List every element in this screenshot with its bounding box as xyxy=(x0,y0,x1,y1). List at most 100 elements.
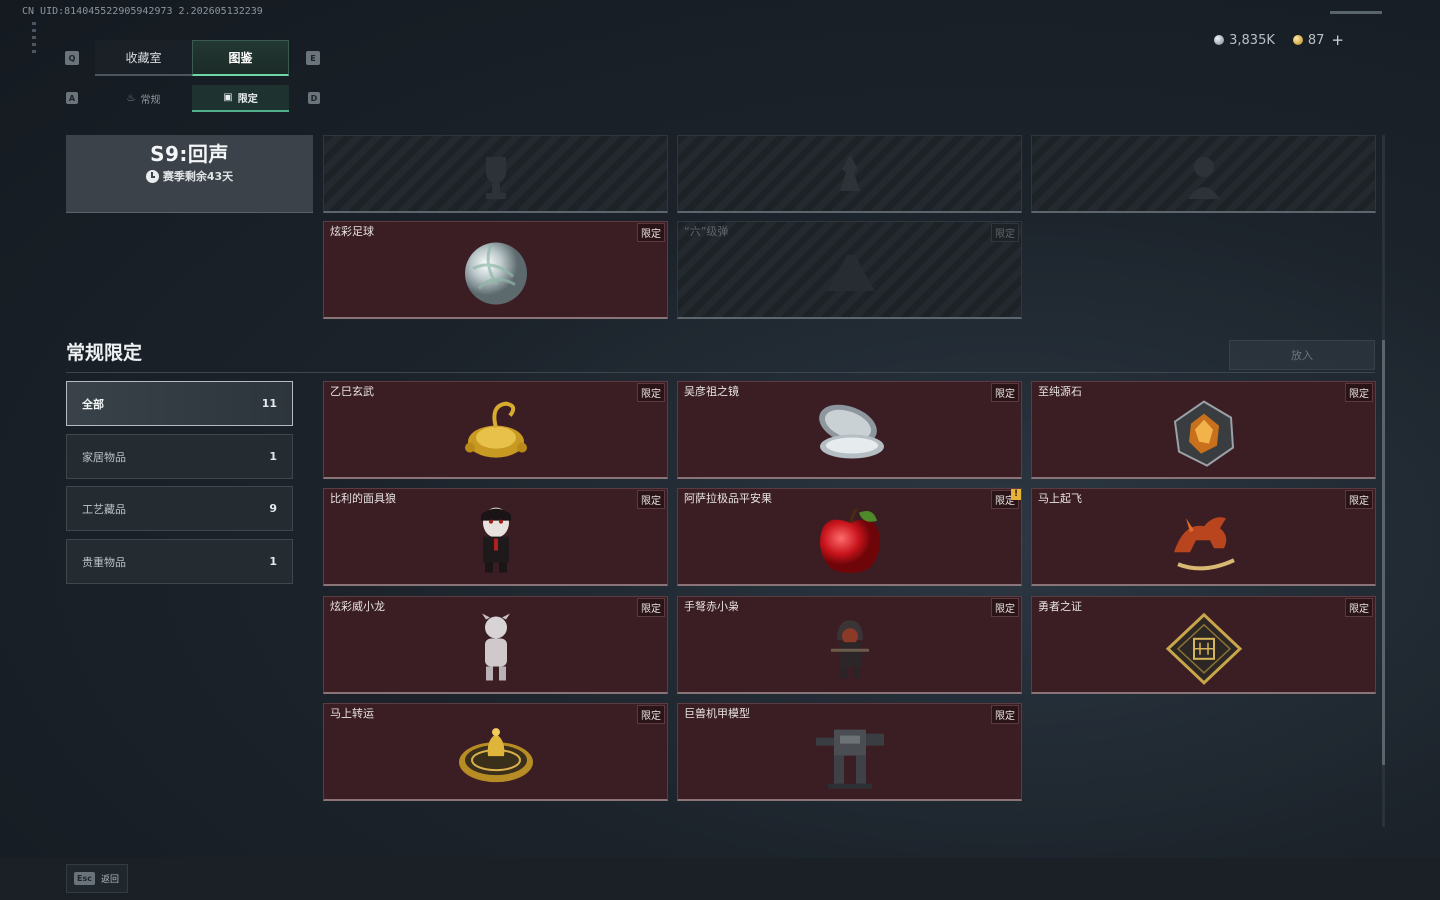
filter-valuables[interactable]: 贵重物品 1 xyxy=(66,539,293,584)
filter-count: 9 xyxy=(269,502,277,515)
subtab-limited[interactable]: ▣ 限定 xyxy=(192,85,289,112)
item-name: 炫彩威小龙 xyxy=(330,600,385,613)
item-card[interactable]: 马上起飞 限定 xyxy=(1031,488,1376,586)
red-apple-icon xyxy=(819,507,880,573)
main-tabs: 收藏室 图鉴 xyxy=(95,40,289,76)
season-item-card[interactable]: 炫彩足球 限定 xyxy=(323,221,668,319)
box-icon: ▣ xyxy=(223,92,233,103)
grenade-silhouette-icon xyxy=(826,254,875,291)
gold-coin-icon xyxy=(1292,35,1303,45)
section-title: 常规限定 xyxy=(66,342,143,364)
locked-season-slot[interactable] xyxy=(323,135,668,213)
uid-text: CN UID:814045522905942973 2.202605132239 xyxy=(22,6,263,17)
top-right-indicator xyxy=(1330,11,1382,14)
side-decoration xyxy=(32,22,36,54)
item-card[interactable]: 手弩赤小枭 限定 xyxy=(677,596,1022,694)
clock-icon xyxy=(145,169,159,183)
item-name: 比利的面具狼 xyxy=(330,492,396,505)
limited-tag: 限定 xyxy=(991,705,1019,724)
filter-label: 全部 xyxy=(82,397,104,411)
iridescent-ball-icon xyxy=(464,242,527,304)
hero-badge-icon xyxy=(1165,612,1242,685)
scrollbar-track[interactable] xyxy=(1382,135,1385,827)
season-card[interactable]: S9:回声 赛季剩余43天 xyxy=(66,135,313,213)
limited-tag: 限定 xyxy=(1345,598,1373,617)
new-alert-badge: ! xyxy=(1011,489,1021,500)
item-name: 至纯源石 xyxy=(1038,385,1082,398)
season-remaining: 赛季剩余43天 xyxy=(66,168,313,184)
locked-season-slot[interactable] xyxy=(1031,135,1376,213)
locked-season-slot[interactable] xyxy=(677,135,1022,213)
item-card[interactable]: 马上转运 限定 xyxy=(323,703,668,801)
limited-tag: 限定 xyxy=(637,490,665,509)
limited-tag: 限定 xyxy=(991,598,1019,617)
filter-label: 家居物品 xyxy=(82,450,126,464)
item-card[interactable]: 阿萨拉极品平安果 限定 ! xyxy=(677,488,1022,586)
compact-mirror-icon xyxy=(818,404,884,458)
gold-currency: 87 + xyxy=(1292,31,1344,49)
limited-tag: 限定 xyxy=(991,223,1019,242)
filter-count: 1 xyxy=(269,555,277,568)
esc-key-hint: Esc xyxy=(74,872,95,885)
scrollbar-thumb[interactable] xyxy=(1382,340,1385,765)
bust-silhouette-icon xyxy=(1187,156,1220,199)
sub-tabs: ♨ 常规 ▣ 限定 xyxy=(95,85,289,112)
section-divider xyxy=(66,372,1375,373)
item-card[interactable]: 勇者之证 限定 xyxy=(1031,596,1376,694)
q-key-hint: Q xyxy=(65,51,79,65)
small-dragon-figure-icon xyxy=(481,613,510,680)
filter-count: 1 xyxy=(269,450,277,463)
limited-tag: 限定 xyxy=(637,383,665,402)
tab-collection-room[interactable]: 收藏室 xyxy=(95,40,192,76)
item-name: 阿萨拉极品平安果 xyxy=(684,492,772,505)
season-title: S9:回声 xyxy=(150,142,229,166)
item-name: 马上起飞 xyxy=(1038,492,1082,505)
trophy-silhouette-icon xyxy=(485,156,506,199)
golden-turtle-icon xyxy=(464,401,527,458)
item-name: 吴彦祖之镜 xyxy=(684,385,739,398)
back-button[interactable]: Esc 返回 xyxy=(66,864,128,893)
currency-bar: 3,835K 87 + xyxy=(1214,31,1344,49)
item-name: 巨兽机甲模型 xyxy=(684,707,750,720)
item-name: 勇者之证 xyxy=(1038,600,1082,613)
season-remaining-text: 赛季剩余43天 xyxy=(162,170,234,183)
back-label: 返回 xyxy=(100,875,119,885)
limited-tag: 限定 xyxy=(637,705,665,724)
puppet-figure-icon xyxy=(480,507,511,573)
season-item-card-locked[interactable]: “六”级弹 限定 xyxy=(677,221,1022,319)
item-name: 乙巳玄武 xyxy=(330,385,374,398)
item-name: “六”级弹 xyxy=(684,225,729,238)
item-card[interactable]: 巨兽机甲模型 限定 xyxy=(677,703,1022,801)
item-card[interactable]: 乙巳玄武 限定 xyxy=(323,381,668,479)
subtab-regular-label: 常规 xyxy=(140,95,161,106)
limited-tag: 限定 xyxy=(991,383,1019,402)
subtab-limited-label: 限定 xyxy=(237,94,258,105)
filter-home-items[interactable]: 家居物品 1 xyxy=(66,434,293,479)
flame-icon: ♨ xyxy=(126,93,136,104)
item-card[interactable]: 至纯源石 限定 xyxy=(1031,381,1376,479)
crystal-ore-icon xyxy=(1173,399,1234,467)
subtab-regular[interactable]: ♨ 常规 xyxy=(95,85,192,112)
fortune-wheel-icon xyxy=(458,727,533,782)
filter-all[interactable]: 全部 11 xyxy=(66,381,293,426)
filter-label: 贵重物品 xyxy=(82,555,126,569)
gold-amount: 87 xyxy=(1307,32,1325,48)
put-in-button[interactable]: 放入 xyxy=(1229,340,1375,370)
silver-currency: 3,835K xyxy=(1214,33,1275,48)
silver-amount: 3,835K xyxy=(1229,32,1275,48)
a-key-hint: A xyxy=(66,92,78,104)
item-card[interactable]: 吴彦祖之镜 限定 xyxy=(677,381,1022,479)
add-currency-button[interactable]: + xyxy=(1331,31,1344,49)
flying-horse-icon xyxy=(1173,516,1235,570)
item-name: 马上转运 xyxy=(330,707,374,720)
filter-crafts[interactable]: 工艺藏品 9 xyxy=(66,486,293,531)
filter-label: 工艺藏品 xyxy=(82,502,126,516)
filter-count: 11 xyxy=(261,397,277,410)
limited-tag: 限定 xyxy=(1345,490,1373,509)
mech-model-icon xyxy=(815,729,884,789)
item-name: 手弩赤小枭 xyxy=(684,600,739,613)
item-card[interactable]: 炫彩威小龙 限定 xyxy=(323,596,668,694)
tab-catalog[interactable]: 图鉴 xyxy=(192,40,289,76)
silver-coin-icon xyxy=(1214,35,1225,45)
item-card[interactable]: 比利的面具狼 限定 xyxy=(323,488,668,586)
